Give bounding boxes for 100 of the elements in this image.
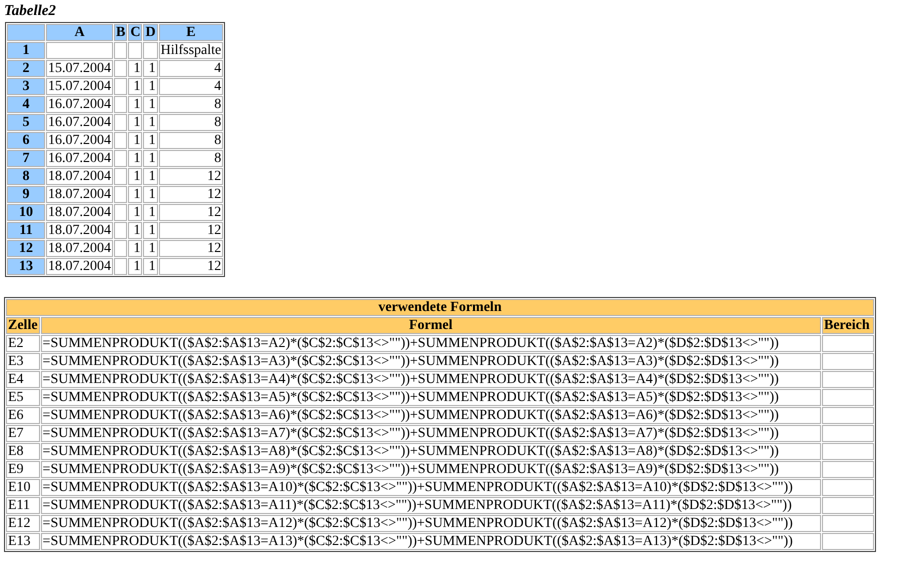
table-cell: 1 xyxy=(143,240,158,257)
row-header: 10 xyxy=(7,204,45,221)
table-cell: 18.07.2004 xyxy=(46,186,113,203)
table-cell: 16.07.2004 xyxy=(46,96,113,113)
table-cell: 1 xyxy=(128,96,142,113)
table-cell xyxy=(114,42,128,59)
table-cell: 1 xyxy=(128,114,142,131)
row-header: 8 xyxy=(7,168,45,185)
table-cell: 1 xyxy=(128,60,142,77)
row-header: 2 xyxy=(7,60,45,77)
row-header: 1 xyxy=(7,42,45,59)
row-header: 7 xyxy=(7,150,45,167)
range-cell xyxy=(822,389,874,406)
range-cell xyxy=(822,479,874,496)
range-cell xyxy=(822,425,874,442)
table-cell: 8 xyxy=(158,150,224,167)
row-header: 13 xyxy=(7,258,45,275)
row-header: 12 xyxy=(7,240,45,257)
table-cell: 1 xyxy=(143,114,158,131)
row-header: 6 xyxy=(7,132,45,149)
table-cell: 1 xyxy=(143,168,158,185)
table-cell: 8 xyxy=(158,132,224,149)
row-header: 5 xyxy=(7,114,45,131)
table-cell xyxy=(128,42,142,59)
formula-cell: =SUMMENPRODUKT(($A$2:$A$13=A13)*($C$2:$C$13<>""))+SUMMENPRODUKT(($A$2:$A$13=A13)*($D$2:$D$13<>"")) xyxy=(40,533,821,550)
table-cell xyxy=(114,222,128,239)
table-cell: 12 xyxy=(158,204,224,221)
table-cell: 1 xyxy=(128,222,142,239)
table-cell: 1 xyxy=(143,204,158,221)
cell-reference: E7 xyxy=(6,425,40,442)
formulas-title: verwendete Formeln xyxy=(6,299,874,316)
row-header: 3 xyxy=(7,78,45,95)
table-cell: 1 xyxy=(143,258,158,275)
cell-reference: E10 xyxy=(6,479,40,496)
table-cell: 12 xyxy=(158,168,224,185)
table-cell: 12 xyxy=(158,240,224,257)
sheet-title: Tabelle2 xyxy=(4,2,56,21)
column-header: Bereich xyxy=(822,317,874,334)
table-cell: 16.07.2004 xyxy=(46,150,113,167)
cell-reference: E6 xyxy=(6,407,40,424)
table-cell xyxy=(114,186,128,203)
table-cell: 1 xyxy=(143,60,158,77)
range-cell xyxy=(822,407,874,424)
cell-reference: E12 xyxy=(6,515,40,532)
formula-cell: =SUMMENPRODUKT(($A$2:$A$13=A4)*($C$2:$C$13<>""))+SUMMENPRODUKT(($A$2:$A$13=A4)*($D$2:$D$13<>"")) xyxy=(40,371,821,388)
cell-reference: E13 xyxy=(6,533,40,550)
range-cell xyxy=(822,497,874,514)
table-cell: 16.07.2004 xyxy=(46,132,113,149)
range-cell xyxy=(822,515,874,532)
table-cell: 8 xyxy=(158,114,224,131)
cell-reference: E8 xyxy=(6,443,40,460)
table-cell xyxy=(114,114,128,131)
column-header: E xyxy=(158,24,224,41)
formula-cell: =SUMMENPRODUKT(($A$2:$A$13=A5)*($C$2:$C$13<>""))+SUMMENPRODUKT(($A$2:$A$13=A5)*($D$2:$D$13<>"")) xyxy=(40,389,821,406)
table-cell: 1 xyxy=(143,186,158,203)
formula-cell: =SUMMENPRODUKT(($A$2:$A$13=A8)*($C$2:$C$13<>""))+SUMMENPRODUKT(($A$2:$A$13=A8)*($D$2:$D$13<>"")) xyxy=(40,443,821,460)
table-cell: 12 xyxy=(158,222,224,239)
range-cell xyxy=(822,371,874,388)
table-cell: 18.07.2004 xyxy=(46,240,113,257)
table-cell: 1 xyxy=(128,204,142,221)
formula-cell: =SUMMENPRODUKT(($A$2:$A$13=A9)*($C$2:$C$13<>""))+SUMMENPRODUKT(($A$2:$A$13=A9)*($D$2:$D$13<>"")) xyxy=(40,461,821,478)
cell-reference: E2 xyxy=(6,335,40,352)
column-header: B xyxy=(114,24,128,41)
table-cell: 15.07.2004 xyxy=(46,78,113,95)
column-header: C xyxy=(128,24,142,41)
column-header: Zelle xyxy=(6,317,40,334)
table-cell xyxy=(114,132,128,149)
row-header: 9 xyxy=(7,186,45,203)
table-cell: 1 xyxy=(128,186,142,203)
table-cell xyxy=(46,42,113,59)
table-cell: 18.07.2004 xyxy=(46,168,113,185)
cell-reference: E11 xyxy=(6,497,40,514)
table-cell: 12 xyxy=(158,258,224,275)
table-cell xyxy=(114,258,128,275)
table-cell xyxy=(114,78,128,95)
row-header: 11 xyxy=(7,222,45,239)
table-cell xyxy=(114,168,128,185)
table-cell: 1 xyxy=(128,150,142,167)
table-cell: 1 xyxy=(143,150,158,167)
cell-reference: E9 xyxy=(6,461,40,478)
table-cell: 4 xyxy=(158,78,224,95)
formula-cell: =SUMMENPRODUKT(($A$2:$A$13=A11)*($C$2:$C$13<>""))+SUMMENPRODUKT(($A$2:$A$13=A11)*($D$2:$D$13<>"")) xyxy=(40,497,821,514)
formula-cell: =SUMMENPRODUKT(($A$2:$A$13=A10)*($C$2:$C$13<>""))+SUMMENPRODUKT(($A$2:$A$13=A10)*($D$2:$D$13<>"")) xyxy=(40,479,821,496)
cell-reference: E3 xyxy=(6,353,40,370)
cell-reference: E5 xyxy=(6,389,40,406)
column-header: Formel xyxy=(40,317,821,334)
formula-cell: =SUMMENPRODUKT(($A$2:$A$13=A12)*($C$2:$C$13<>""))+SUMMENPRODUKT(($A$2:$A$13=A12)*($D$2:$D$13<>"")) xyxy=(40,515,821,532)
table-cell xyxy=(114,150,128,167)
table-cell: 18.07.2004 xyxy=(46,204,113,221)
table-cell: 1 xyxy=(143,96,158,113)
range-cell xyxy=(822,443,874,460)
table-cell: 18.07.2004 xyxy=(46,258,113,275)
table-cell xyxy=(114,204,128,221)
table-cell: 1 xyxy=(128,258,142,275)
table-cell: 1 xyxy=(128,78,142,95)
table-cell: 1 xyxy=(128,168,142,185)
table-cell: 1 xyxy=(143,222,158,239)
table-cell: 18.07.2004 xyxy=(46,222,113,239)
table-cell: 1 xyxy=(143,132,158,149)
table-cell: 8 xyxy=(158,96,224,113)
